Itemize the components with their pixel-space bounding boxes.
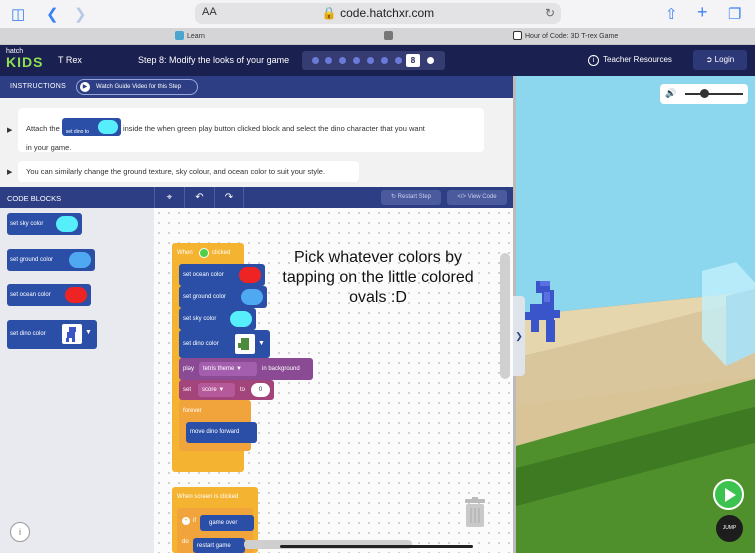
step-progress: 8 [302, 51, 445, 70]
palette-set-ground-color[interactable]: set ground color [7, 249, 95, 271]
page-favicon-icon [384, 31, 393, 40]
home-indicator [280, 545, 473, 548]
instructions-bar: INSTRUCTIONS ▶ Watch Guide Video for thi… [0, 76, 513, 98]
play-icon [725, 488, 736, 502]
play-button[interactable] [713, 479, 744, 510]
step-title: Step 8: Modify the looks of your game [138, 55, 290, 65]
project-title: T Rex [58, 55, 82, 65]
set-sky-color-block[interactable]: set sky color [179, 308, 256, 330]
new-tab-icon[interactable]: + [697, 2, 708, 23]
tab-hour-of-code[interactable]: Hour of Code: 3D T-rex Game [513, 28, 618, 45]
dino-thumbnail-icon[interactable] [235, 334, 255, 354]
instruction-card-1: Attach the set dino to inside the when g… [18, 108, 484, 152]
hatch-favicon-icon [513, 31, 522, 40]
ocean-color-oval[interactable] [239, 267, 261, 283]
learn-favicon-icon [175, 31, 184, 40]
trash-icon[interactable] [464, 497, 486, 528]
theme-dropdown[interactable]: tetris theme ▼ [199, 362, 257, 376]
gear-icon[interactable]: + [182, 517, 190, 525]
set-score-block[interactable]: set score ▼ to 0 [179, 380, 274, 400]
expand-arrow-icon[interactable]: ▶ [7, 126, 12, 134]
dino-thumbnail-icon[interactable] [62, 324, 82, 344]
annotation-text: Pick whatever colors by tapping on the l… [282, 249, 474, 306]
move-dino-forward-block[interactable]: move dino forward [186, 422, 257, 443]
green-flag-icon [199, 248, 209, 258]
collapse-panel-button[interactable]: ❯ [513, 296, 525, 376]
volume-slider-knob[interactable] [700, 89, 709, 98]
redo-button[interactable]: ↷ [214, 187, 244, 208]
jump-button[interactable]: JUMP [716, 515, 743, 542]
hatch-kids-logo[interactable]: hatch KIDS [6, 48, 46, 74]
url-text: 🔒 code.hatchxr.com [321, 6, 435, 20]
address-bar[interactable]: AA 🔒 code.hatchxr.com ↻ [195, 3, 561, 24]
view-code-button[interactable]: </> View Code [447, 190, 507, 205]
game-over-condition[interactable]: game over [200, 515, 254, 531]
variable-dropdown[interactable]: score ▼ [198, 383, 235, 397]
block-palette: set sky color set ground color set ocean… [0, 208, 154, 553]
login-button[interactable]: ➲ Login [693, 50, 747, 70]
undo-button[interactable]: ↶ [184, 187, 214, 208]
forward-icon[interactable]: ❯ [74, 5, 87, 23]
app-header: hatch KIDS T Rex Step 8: Modify the look… [0, 45, 755, 76]
step-current[interactable]: 8 [406, 54, 420, 67]
step-dot-1[interactable] [312, 57, 319, 64]
ground-color-oval[interactable] [69, 252, 91, 268]
set-ocean-color-block[interactable]: set ocean color [179, 264, 265, 286]
play-circle-icon: ▶ [80, 82, 90, 92]
palette-set-ocean-color[interactable]: set ocean color [7, 284, 91, 306]
volume-track[interactable] [685, 93, 743, 95]
code-blocks-label: CODE BLOCKS [7, 194, 62, 203]
step-dot-5[interactable] [367, 57, 374, 64]
tab-bar: Learn Hour of Code: 3D T-rex Game [0, 28, 755, 45]
reload-icon[interactable]: ↻ [545, 6, 555, 20]
inline-set-dino-block: set dino to [61, 118, 121, 136]
instruction-card-2: You can similarly change the ground text… [18, 161, 359, 182]
sky-color-oval[interactable] [230, 311, 252, 327]
dropdown-caret-icon: ▼ [218, 387, 225, 393]
ground-color-oval[interactable] [241, 289, 263, 305]
login-icon: ➲ [705, 55, 713, 64]
info-icon: i [588, 55, 599, 66]
watch-guide-button[interactable]: ▶ Watch Guide Video for this Step [76, 79, 198, 95]
set-ground-color-block[interactable]: set ground color [179, 286, 267, 308]
expand-arrow-icon[interactable]: ▶ [7, 168, 12, 176]
tab-blank[interactable] [384, 28, 396, 45]
tab-learn[interactable]: Learn [175, 28, 205, 45]
teacher-resources-link[interactable]: i Teacher Resources [588, 55, 672, 66]
instructions-label: INSTRUCTIONS [10, 83, 67, 90]
instructions-panel: ▶ Attach the set dino to inside the when… [0, 98, 513, 187]
restart-icon: ↻ [390, 194, 396, 200]
code-icon: </> [457, 194, 467, 200]
info-button[interactable]: i [10, 522, 30, 542]
palette-set-sky-color[interactable]: set sky color [7, 213, 82, 235]
restart-game-block[interactable]: restart game [193, 538, 245, 553]
restart-step-button[interactable]: ↻ Restart Step [381, 190, 441, 205]
share-icon[interactable]: ⇧ [665, 5, 678, 23]
play-sound-block[interactable]: play tetris theme ▼ in background [179, 358, 313, 380]
sidebar-icon[interactable]: ◫ [11, 5, 25, 23]
set-dino-color-block[interactable]: set dino color ▼ [179, 330, 270, 358]
back-icon[interactable]: ❮ [46, 5, 59, 23]
sky-color-oval[interactable] [56, 216, 78, 232]
step-dot-2[interactable] [325, 57, 332, 64]
step-dot-7[interactable] [395, 57, 402, 64]
dropdown-caret-icon: ▼ [236, 366, 242, 372]
workspace-scrollbar[interactable] [500, 253, 510, 379]
dropdown-caret-icon[interactable]: ▼ [258, 340, 265, 347]
step-dot-9[interactable] [427, 57, 434, 64]
ocean-color-oval[interactable] [65, 287, 87, 303]
palette-set-dino-color[interactable]: set dino color ▼ [7, 320, 97, 349]
score-value-input[interactable]: 0 [251, 383, 270, 397]
tabs-overview-icon[interactable]: ❐ [728, 5, 741, 23]
speaker-icon[interactable]: 🔊 [665, 88, 676, 99]
center-workspace-button[interactable]: ⌖ [154, 187, 184, 208]
code-blocks-bar: CODE BLOCKS ⌖ ↶ ↷ ↻ Restart Step </> Vie… [0, 187, 513, 208]
step-dot-3[interactable] [339, 57, 346, 64]
step-dot-4[interactable] [353, 57, 360, 64]
step-dot-6[interactable] [381, 57, 388, 64]
browser-toolbar: ◫ ❮ ❯ AA 🔒 code.hatchxr.com ↻ ⇧ + ❐ [0, 0, 755, 28]
volume-control[interactable]: 🔊 [660, 84, 748, 104]
dropdown-caret-icon[interactable]: ▼ [85, 329, 92, 336]
